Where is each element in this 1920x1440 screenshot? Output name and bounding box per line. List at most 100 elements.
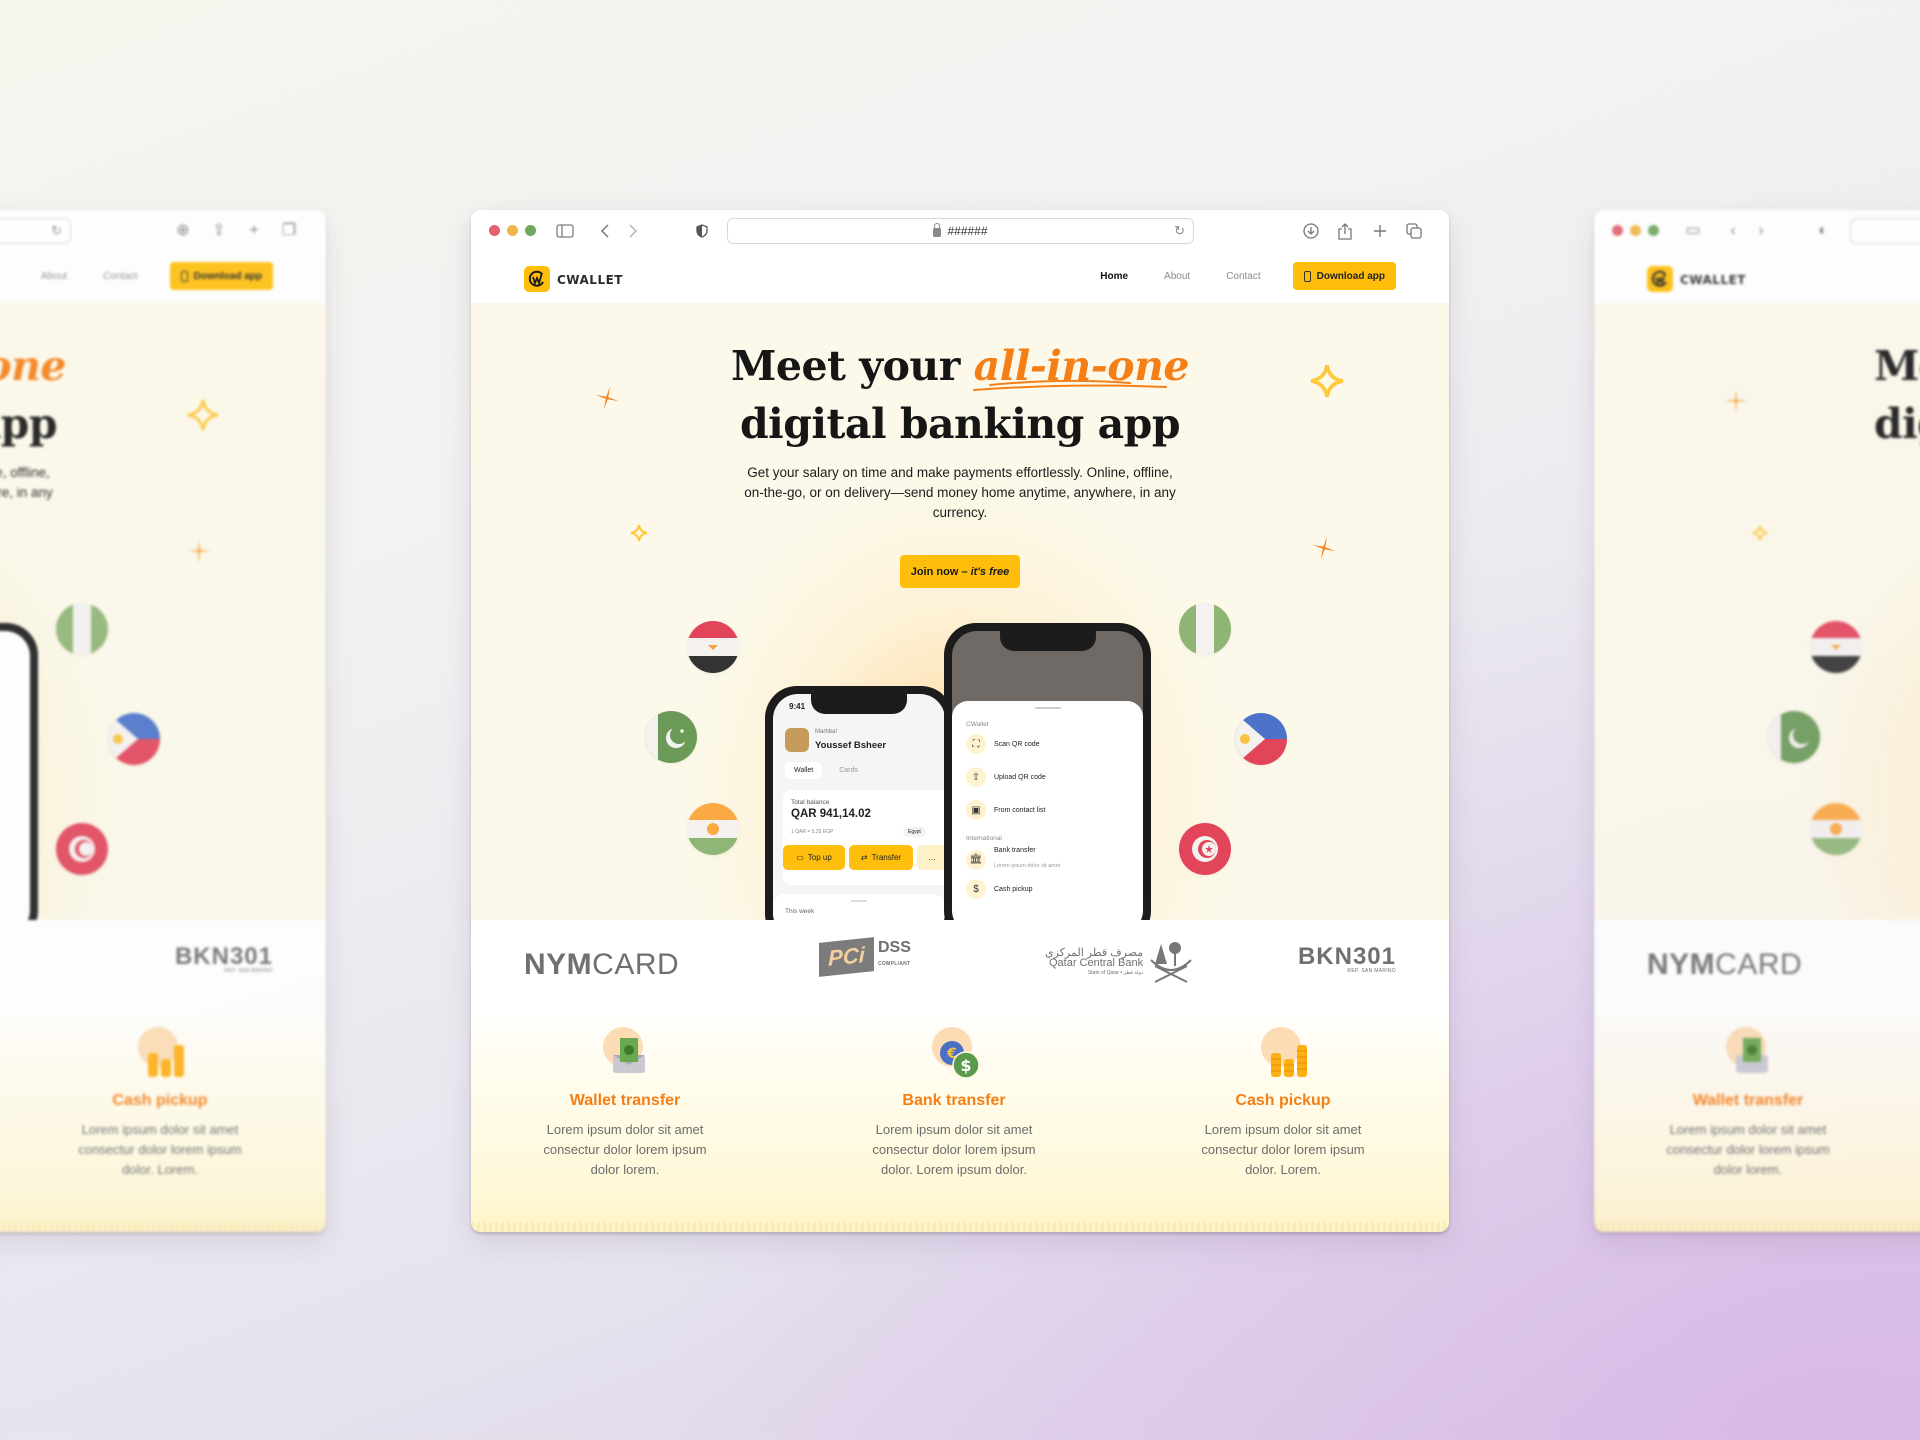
reload-icon[interactable]: ↻: [1174, 223, 1185, 239]
nym-bold: NYM: [524, 948, 593, 981]
join-now-button[interactable]: Join now – it's free: [900, 555, 1020, 588]
top-up-label: Top up: [807, 853, 832, 862]
bank-icon: 🏛: [966, 849, 986, 870]
flag-nigeria: [56, 603, 108, 655]
brand-logo[interactable]: cwallet: [524, 266, 623, 292]
logo-mark-icon: [524, 266, 550, 292]
partners-strip: NYMCARD PCi DSS COMPLIANT مصرف قطر المركز…: [471, 920, 1449, 1015]
plus-icon[interactable]: [1371, 222, 1389, 240]
nav-about: About: [41, 270, 68, 282]
features-section: Cash pickup Lorem ipsum dolor sit amet c…: [0, 1015, 326, 1232]
transfer-button: ⇄ Transfer: [849, 845, 913, 870]
coin-stacks-icon: [1253, 1027, 1313, 1082]
tabs-overview-icon[interactable]: [1405, 222, 1423, 240]
partner-logo-bkn301: BKN301 REP. SAN MARINO: [1298, 945, 1396, 975]
phone-mockup: [0, 623, 38, 920]
partners-strip: BKN301 REP. SAN MARINO: [0, 920, 326, 1015]
cash-icon: $: [966, 879, 986, 899]
coin-stacks-icon: [130, 1027, 190, 1082]
nav-contact: Contact: [103, 270, 138, 282]
download-app-button[interactable]: Download app: [1292, 262, 1396, 290]
download-icon[interactable]: [1302, 222, 1320, 240]
nav-about[interactable]: About: [1146, 271, 1208, 282]
star-burst-icon: [1312, 536, 1336, 560]
nav-links: About Contact Download app: [23, 262, 273, 290]
window-controls: [1612, 225, 1659, 236]
qcb-emblem-icon: [1150, 942, 1192, 983]
star-burst-icon: [1724, 389, 1748, 413]
download-app-label: Download app: [1316, 270, 1385, 282]
minimize-window-button[interactable]: [507, 225, 518, 236]
nym-light: CARD: [592, 948, 680, 981]
address-bar[interactable]: ###### ↻: [727, 218, 1194, 244]
tab-wallet: Wallet: [785, 762, 823, 779]
sidebar-toggle-icon: ▭: [1685, 222, 1701, 239]
site-navbar: About Contact Download app: [0, 252, 326, 303]
flag-niger: [1810, 803, 1862, 855]
sidebar-toggle-icon[interactable]: [556, 222, 574, 240]
browser-toolbar: ###### ↻: [471, 210, 1449, 252]
activity-panel: This week: [773, 894, 945, 920]
title-line2: digital banking app: [1874, 400, 1920, 448]
sparkle-icon: [1310, 364, 1344, 398]
feature-title: Cash pickup: [1235, 1092, 1331, 1109]
more-button: …: [917, 845, 945, 870]
phone-mockup-transfer: CWallet ⛶ Scan QR code ⇧ Upload QR code ▣ F…: [944, 623, 1151, 920]
share-icon: ⇪: [212, 222, 226, 239]
sheet-section-international: International: [966, 835, 1002, 842]
qcb-state: State of Qatar • دولة قطر: [1087, 970, 1144, 976]
shield-icon[interactable]: [693, 222, 711, 240]
sheet-item-label: Bank transfer: [994, 847, 1036, 854]
chevron-left-icon[interactable]: [596, 222, 614, 240]
download-icon: ⊕: [176, 222, 190, 239]
feature-title: Cash pickup: [112, 1092, 208, 1109]
maximize-dot: [1648, 225, 1659, 236]
hero-section: Meet your digital banking app: [1594, 303, 1920, 920]
phone-screen: 9:41 Marhba! Youssef Bsheer Wallet Cards…: [773, 694, 945, 920]
partner-logo-nymcard: NYMCARD: [524, 948, 679, 982]
feature-desc: Lorem ipsum dolor sit amet consectur dol…: [1666, 1122, 1830, 1177]
hero-section: Meet your all-in-one digital banking app…: [471, 303, 1449, 920]
download-app-label: Download app: [193, 270, 262, 282]
phone-notch: [811, 694, 907, 714]
chevron-left-icon: ‹: [1730, 222, 1736, 239]
chevron-right-icon[interactable]: [624, 222, 642, 240]
sheet-handle: [1034, 707, 1061, 709]
bkn-name: BKN301: [174, 943, 273, 970]
nav-home[interactable]: Home: [1082, 271, 1146, 282]
cta-main-label: Join now –: [910, 565, 968, 578]
feature-cash-pickup: Cash pickup Lorem ipsum dolor sit amet c…: [1163, 1027, 1403, 1180]
plus-icon: +: [249, 222, 259, 239]
title-prefix: Meet your: [1874, 342, 1920, 390]
user-name: Youssef Bsheer: [815, 740, 887, 751]
nym-light: CARD: [1715, 948, 1803, 981]
feature-desc: Lorem ipsum dolor sit amet consectur dol…: [78, 1122, 242, 1177]
country-selector: Egypt: [903, 827, 926, 837]
title-line2: digital banking app: [739, 400, 1181, 448]
nav-contact[interactable]: Contact: [1208, 271, 1278, 282]
exchange-rate: 1 QAR = 5.25 EGP: [791, 829, 834, 835]
partner-logo-qatar-central-bank: مصرف قطر المركزي Qatar Central Bank Stat…: [1045, 940, 1193, 986]
contact-icon: ▣: [966, 800, 986, 820]
scan-icon: ⛶: [966, 734, 986, 754]
sparkle-icon: [630, 524, 648, 542]
nav-links: Home About Contact Download app: [1082, 262, 1396, 290]
sheet-item-label: Cash pickup: [994, 885, 1033, 893]
share-icon[interactable]: [1336, 222, 1354, 240]
greeting: Marhba!: [815, 729, 838, 735]
sheet-item-label: Scan QR code: [994, 740, 1040, 748]
avatar: [785, 728, 809, 752]
close-window-button[interactable]: [489, 225, 500, 236]
chevron-right-icon: ›: [1758, 222, 1764, 239]
sheet-item-scan: ⛶ Scan QR code: [966, 734, 1040, 754]
balance-label: Total balance: [791, 799, 830, 806]
upload-icon: ⇧: [966, 767, 986, 787]
nym-bold: NYM: [1647, 948, 1716, 981]
brand-name: cwallet: [557, 269, 623, 289]
sparkle-icon: [1752, 525, 1768, 541]
star-burst-icon: [187, 539, 211, 563]
maximize-window-button[interactable]: [525, 225, 536, 236]
hero-section: Meet your all-in-one digital banking app…: [0, 303, 326, 920]
feature-title: Bank transfer: [902, 1092, 1006, 1109]
phone-icon: [180, 270, 188, 282]
